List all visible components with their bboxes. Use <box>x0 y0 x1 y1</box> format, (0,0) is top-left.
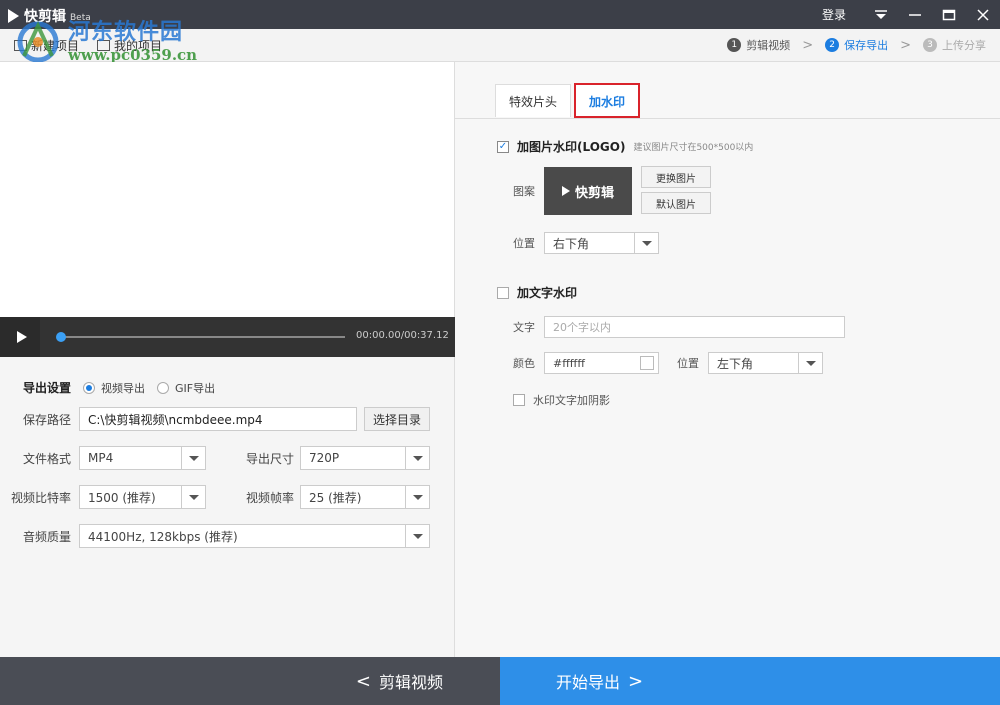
close-icon[interactable] <box>966 0 1000 29</box>
dropdown-arrow-icon <box>181 486 205 508</box>
size-select[interactable]: 720P <box>300 446 430 470</box>
radio-video-export[interactable]: 视频导出 <box>83 380 145 396</box>
maximize-icon[interactable] <box>932 0 966 29</box>
dropdown-arrow-icon <box>798 353 822 373</box>
bitrate-select[interactable]: 1500 (推荐) <box>79 485 206 509</box>
watermark-emblem-icon <box>17 21 59 63</box>
text-position-label: 位置 <box>677 357 699 370</box>
text-watermark-label: 加文字水印 <box>517 286 578 300</box>
save-path-field[interactable]: C:\快剪辑视频\ncmbdeee.mp4 <box>79 407 357 431</box>
tab-divider <box>455 118 1000 119</box>
chevron-right-icon: > <box>900 37 911 53</box>
back-label: 剪辑视频 <box>378 673 443 692</box>
play-icon <box>16 331 27 343</box>
tab-effects-intro[interactable]: 特效片头 <box>495 84 572 117</box>
step-label: 上传分享 <box>942 39 986 52</box>
logo-text: 快剪辑 <box>574 185 614 201</box>
image-watermark-hint: 建议图片尺寸在500*500以内 <box>633 143 754 153</box>
audio-label: 音频质量 <box>23 529 72 544</box>
size-label: 导出尺寸 <box>246 451 295 466</box>
tab-add-watermark[interactable]: 加水印 <box>574 83 641 118</box>
play-button[interactable] <box>0 317 40 357</box>
step-number: 3 <box>923 38 937 52</box>
step-share: 3 上传分享 <box>923 37 986 53</box>
save-path-label: 保存路径 <box>23 412 72 427</box>
step-label: 剪辑视频 <box>746 39 791 52</box>
audio-select[interactable]: 44100Hz, 128kbps (推荐) <box>79 524 430 548</box>
start-export-button[interactable]: 开始导出 > <box>500 657 1000 705</box>
pattern-label: 图案 <box>513 185 535 198</box>
dropdown-arrow-icon <box>634 233 658 253</box>
fps-select[interactable]: 25 (推荐) <box>300 485 430 509</box>
step-label: 保存导出 <box>844 39 889 52</box>
image-watermark-label: 加图片水印(LOGO) <box>517 140 626 154</box>
login-link[interactable]: 登录 <box>822 6 846 23</box>
text-label: 文字 <box>513 321 535 334</box>
color-swatch[interactable] <box>640 356 654 370</box>
position-label: 位置 <box>513 237 535 250</box>
seek-bar[interactable] <box>60 336 345 338</box>
step-indicator: 1 剪辑视频 > 2 保存导出 > 3 上传分享 <box>727 37 986 53</box>
dropdown-arrow-icon <box>181 447 205 469</box>
format-value: MP4 <box>88 451 114 465</box>
fps-label: 视频帧率 <box>246 490 295 505</box>
fps-value: 25 (推荐) <box>309 490 362 505</box>
step-edit: 1 剪辑视频 <box>727 37 790 53</box>
chevron-left-icon: < <box>355 670 371 692</box>
text-shadow-label: 水印文字加阴影 <box>533 394 610 407</box>
text-shadow-checkbox[interactable] <box>513 394 525 406</box>
site-watermark: 河东软件园 www.pc0359.cn <box>6 14 206 64</box>
image-position-value: 右下角 <box>553 236 590 251</box>
watermark-title: 河东软件园 <box>68 19 184 45</box>
footer-bar: < 剪辑视频 开始导出 > <box>0 657 1000 705</box>
chevron-right-icon: > <box>802 37 814 53</box>
text-position-value: 左下角 <box>717 356 754 371</box>
image-position-select[interactable]: 右下角 <box>544 232 659 254</box>
player-controls: 00:00.00/00:37.12 <box>0 317 455 357</box>
choose-directory-button[interactable]: 选择目录 <box>364 407 430 431</box>
format-label: 文件格式 <box>23 451 72 466</box>
text-position-select[interactable]: 左下角 <box>708 352 823 374</box>
step-export: 2 保存导出 <box>825 37 888 53</box>
dropdown-arrow-icon <box>405 486 429 508</box>
dropdown-arrow-icon <box>405 525 429 547</box>
seek-handle[interactable] <box>56 332 66 342</box>
video-preview <box>0 62 455 317</box>
export-label: 开始导出 <box>556 673 621 692</box>
format-select[interactable]: MP4 <box>79 446 206 470</box>
color-label: 颜色 <box>513 357 535 370</box>
replace-image-button[interactable]: 更换图片 <box>641 166 711 188</box>
radio-dot <box>83 381 96 394</box>
logo-play-icon <box>561 186 570 196</box>
size-value: 720P <box>309 451 340 465</box>
export-settings: 导出设置 视频导出 GIF导出 保存路径 C:\快剪辑视频\ncmbdeee.m… <box>0 357 455 657</box>
default-image-button[interactable]: 默认图片 <box>641 192 711 214</box>
color-value: #ffffff <box>553 356 585 370</box>
radio-gif-export[interactable]: GIF导出 <box>157 380 215 396</box>
radio-label: GIF导出 <box>175 381 216 395</box>
image-watermark-checkbox[interactable] <box>497 140 509 153</box>
watermark-panel: 特效片头 加水印 加图片水印(LOGO) 建议图片尺寸在500*500以内 图案… <box>455 62 1000 657</box>
back-to-edit-button[interactable]: < 剪辑视频 <box>0 657 500 705</box>
radio-label: 视频导出 <box>101 381 146 395</box>
minimize-icon[interactable] <box>898 0 932 29</box>
dropdown-arrow-icon <box>405 447 429 469</box>
radio-dot <box>157 381 170 394</box>
watermark-text-input[interactable]: 20个字以内 <box>544 316 845 338</box>
step-number: 1 <box>727 38 742 52</box>
time-readout: 00:00.00/00:37.12 <box>356 330 449 341</box>
bitrate-value: 1500 (推荐) <box>88 490 156 505</box>
bitrate-label: 视频比特率 <box>11 490 72 505</box>
logo-preview: 快剪辑 <box>544 167 632 215</box>
export-settings-title: 导出设置 <box>23 381 72 395</box>
step-number: 2 <box>825 38 840 52</box>
menu-dropdown-icon[interactable] <box>864 0 898 29</box>
text-watermark-checkbox[interactable] <box>497 286 509 299</box>
chevron-right-icon: > <box>628 670 644 692</box>
audio-value: 44100Hz, 128kbps (推荐) <box>88 529 238 544</box>
color-picker[interactable]: #ffffff <box>544 352 659 374</box>
